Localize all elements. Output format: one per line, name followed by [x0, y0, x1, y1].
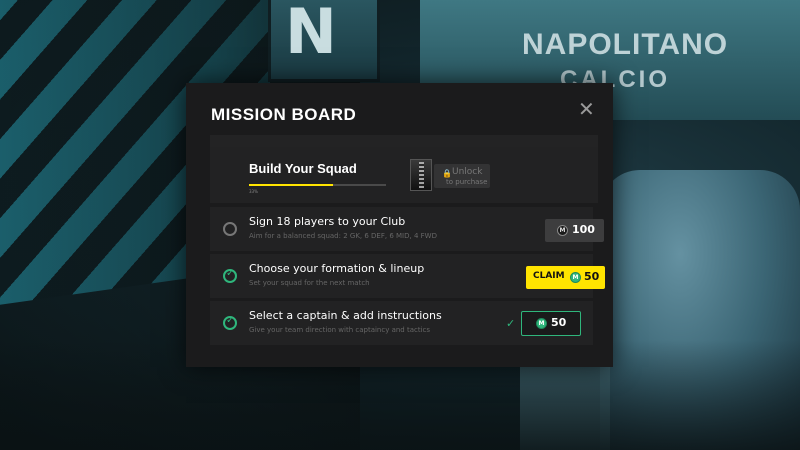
claimed-value: 50: [551, 316, 567, 329]
squad-objective-title: Build Your Squad: [249, 161, 357, 176]
squad-progress-bar: [249, 184, 386, 186]
unlock-sub-label: to purchase: [446, 178, 488, 186]
lock-icon: 🔒: [442, 169, 452, 178]
claim-button[interactable]: CLAIM M 50: [526, 266, 605, 289]
team-name-line1: NAPOLITANO: [522, 28, 729, 61]
squad-objective-card: Build Your Squad 33% 🔒 Unlock to purchas…: [210, 147, 598, 203]
club-crest: N: [268, 0, 380, 82]
claim-value: 50: [584, 270, 600, 283]
claimed-reward-badge: M 50: [521, 311, 581, 336]
coin-icon: M: [557, 225, 568, 236]
claim-label: CLAIM: [533, 271, 565, 281]
claimed-check-icon: ✓: [506, 317, 516, 330]
card-thumb-art: [419, 162, 424, 188]
mission-title: Sign 18 players to your Club: [249, 215, 406, 228]
unlock-button[interactable]: 🔒 Unlock to purchase: [434, 164, 490, 188]
incomplete-circle-icon: [223, 222, 237, 236]
mission-subtitle: Give your team direction with captaincy …: [249, 326, 431, 334]
check-icon: ✓: [226, 268, 235, 279]
coin-icon: M: [536, 318, 547, 329]
close-icon[interactable]: ✕: [578, 99, 595, 119]
mission-subtitle: Set your squad for the next match: [249, 279, 370, 287]
mission-row[interactable]: ✓ Choose your formation & lineup Set you…: [210, 254, 605, 298]
check-circle-icon: ✓: [223, 315, 237, 330]
mission-row[interactable]: Sign 18 players to your Club Aim for a b…: [210, 207, 604, 251]
modal-title: MISSION BOARD: [211, 105, 357, 124]
reward-card-thumbnail: [410, 159, 432, 191]
squad-progress-text: 33%: [249, 189, 258, 194]
mission-row[interactable]: ✓ Select a captain & add instructions Gi…: [210, 301, 593, 345]
mission-title: Choose your formation & lineup: [249, 262, 425, 275]
reward-button[interactable]: M 100: [545, 219, 604, 242]
mission-subtitle: Aim for a balanced squad: 2 GK, 6 DEF, 6…: [249, 232, 437, 240]
mission-title: Select a captain & add instructions: [249, 309, 442, 322]
squad-progress-fill: [249, 184, 333, 186]
check-circle-icon: ✓: [223, 268, 237, 283]
check-icon: ✓: [226, 315, 235, 326]
crest-letter: N: [285, 0, 337, 68]
reward-value: 100: [572, 223, 595, 236]
unlock-label: Unlock: [452, 167, 483, 177]
header-divider: [210, 135, 598, 147]
mission-board-modal: MISSION BOARD ✕ Build Your Squad 33% 🔒 U…: [186, 83, 613, 367]
coin-icon: M: [570, 272, 581, 283]
